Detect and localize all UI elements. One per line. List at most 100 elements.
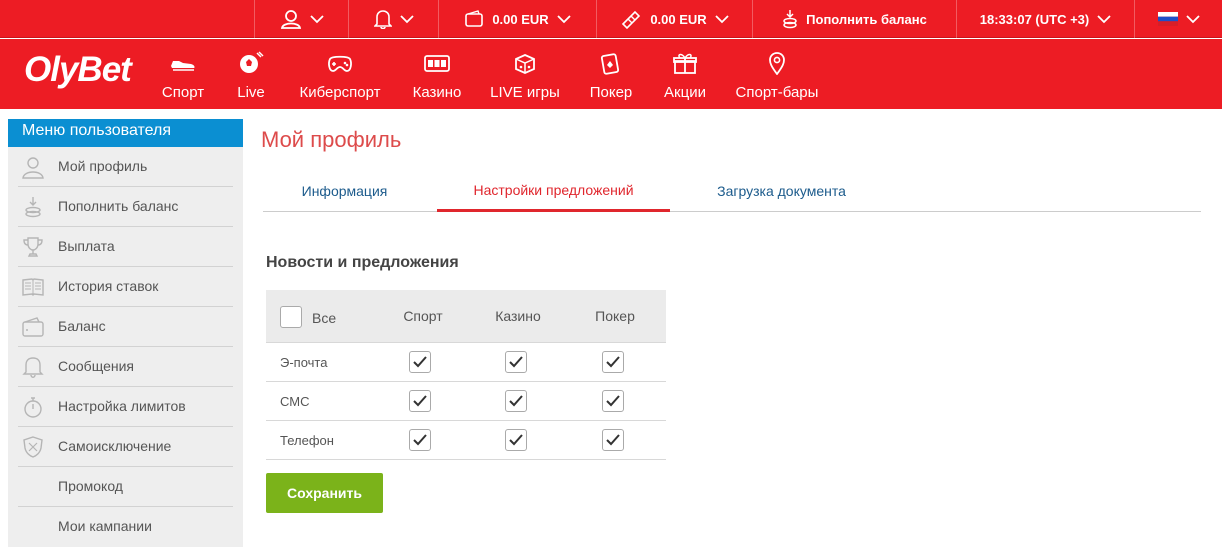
sidebar-item-my-campaigns[interactable]: Мои кампании [18, 507, 233, 547]
column-header-poker: Покер [595, 308, 635, 324]
checkmark-icon [509, 356, 523, 368]
nav-live-games[interactable]: LIVE игры [490, 51, 560, 101]
sidebar-item-deposit[interactable]: Пополнить баланс [18, 187, 233, 227]
profile-tabs: Информация Настройки предложений Загрузк… [263, 170, 1201, 212]
sidebar-item-self-exclusion[interactable]: Самоисключение [18, 427, 233, 467]
bonus-dropdown[interactable]: 0.00 EUR [596, 0, 752, 38]
email-casino-checkbox[interactable] [505, 351, 527, 373]
slot-machine-icon [424, 55, 450, 72]
sidebar-item-label: Мой профиль [58, 158, 148, 174]
nav-poker[interactable]: Покер [588, 51, 634, 101]
nav-label: Казино [412, 84, 462, 101]
chevron-down-icon [1097, 14, 1111, 23]
save-button[interactable]: Сохранить [266, 473, 383, 513]
sidebar-item-label: Мои кампании [58, 518, 152, 534]
main-navigation: OlyBet Спорт Live Киберспорт Казино LIVE… [0, 39, 1222, 109]
row-label: Э-почта [280, 355, 328, 370]
phone-sport-checkbox[interactable] [409, 429, 431, 451]
checkmark-icon [606, 395, 620, 407]
nav-label: Киберспорт [299, 84, 381, 101]
sidebar-item-bet-history[interactable]: История ставок [18, 267, 233, 307]
select-all-checkbox[interactable] [280, 306, 302, 328]
nav-label: Live [237, 84, 265, 101]
column-header-casino: Казино [495, 308, 541, 324]
checkmark-icon [509, 434, 523, 446]
nav-esports[interactable]: Киберспорт [298, 51, 382, 101]
table-row-phone: Телефон [266, 421, 666, 460]
sidebar-item-messages[interactable]: Сообщения [18, 347, 233, 387]
sport-shoe-icon [171, 61, 195, 71]
phone-poker-checkbox[interactable] [602, 429, 624, 451]
nav-sport[interactable]: Спорт [160, 51, 206, 101]
sidebar-item-balance[interactable]: Баланс [18, 307, 233, 347]
top-utility-bar: 0.00 EUR 0.00 EUR Пополнить баланс 18:33… [0, 0, 1222, 38]
sms-poker-checkbox[interactable] [602, 390, 624, 412]
nav-label: Покер [589, 84, 633, 101]
chevron-down-icon [399, 14, 414, 23]
table-row-email: Э-почта [266, 343, 666, 382]
nav-sport-bars[interactable]: Спорт-бары [734, 51, 820, 101]
book-icon [22, 278, 44, 296]
email-poker-checkbox[interactable] [602, 351, 624, 373]
user-icon [280, 10, 301, 29]
olybet-logo[interactable]: OlyBet [24, 50, 132, 90]
sidebar-item-label: Выплата [58, 238, 115, 254]
sidebar-item-label: Настройка лимитов [58, 398, 186, 414]
user-icon [22, 157, 44, 179]
wallet-icon [22, 317, 44, 337]
sidebar-item-label: Пополнить баланс [58, 198, 179, 214]
chevron-down-icon [1185, 14, 1200, 23]
tab-document-upload[interactable]: Загрузка документа [683, 170, 880, 212]
stopwatch-icon [24, 397, 42, 418]
sidebar-item-limits[interactable]: Настройка лимитов [18, 387, 233, 427]
select-all-label: Все [312, 310, 337, 326]
live-ball-icon [240, 51, 264, 73]
email-sport-checkbox[interactable] [409, 351, 431, 373]
phone-casino-checkbox[interactable] [505, 429, 527, 451]
tab-offer-settings[interactable]: Настройки предложений [437, 170, 670, 212]
table-header: Все Спорт Казино Покер [266, 290, 666, 343]
sms-sport-checkbox[interactable] [409, 390, 431, 412]
account-dropdown[interactable] [254, 0, 348, 38]
coins-icon [783, 10, 797, 29]
language-dropdown[interactable] [1134, 0, 1222, 38]
deposit-label: Пополнить баланс [806, 11, 927, 27]
balance-dropdown[interactable]: 0.00 EUR [438, 0, 596, 38]
sidebar-item-promo-code[interactable]: Промокод [18, 467, 233, 507]
bell-icon [22, 357, 44, 378]
checkmark-icon [413, 356, 427, 368]
nav-casino[interactable]: Казино [410, 51, 464, 101]
sidebar-item-label: Баланс [58, 318, 106, 334]
nav-label: Спорт-бары [735, 84, 819, 101]
gift-icon [673, 53, 697, 74]
nav-promotions[interactable]: Акции [662, 51, 708, 101]
deposit-link[interactable]: Пополнить баланс [752, 0, 956, 38]
sidebar-item-label: История ставок [58, 278, 159, 294]
cards-icon [600, 53, 620, 75]
bonus-value: 0.00 EUR [650, 11, 707, 27]
checkmark-icon [413, 395, 427, 407]
tab-information[interactable]: Информация [263, 170, 426, 212]
chevron-down-icon [557, 14, 571, 23]
sidebar-item-label: Промокод [58, 478, 123, 494]
dice-icon [515, 54, 535, 74]
column-header-sport: Спорт [403, 308, 443, 324]
nav-live[interactable]: Live [236, 51, 266, 101]
row-label: Телефон [280, 433, 334, 448]
wallet-icon [465, 10, 484, 27]
checkmark-icon [413, 434, 427, 446]
nav-label: Акции [664, 84, 706, 101]
sms-casino-checkbox[interactable] [505, 390, 527, 412]
page-title: Мой профиль [261, 127, 402, 152]
sidebar-item-withdrawal[interactable]: Выплата [18, 227, 233, 267]
sidebar-item-label: Самоисключение [58, 438, 172, 454]
russia-flag-icon [1157, 12, 1178, 26]
checkmark-icon [606, 434, 620, 446]
notifications-dropdown[interactable] [348, 0, 438, 38]
chevron-down-icon [715, 14, 729, 23]
nav-label: Спорт [161, 84, 205, 101]
time-dropdown[interactable]: 18:33:07 (UTC +3) [956, 0, 1134, 38]
sidebar-item-my-profile[interactable]: Мой профиль [18, 147, 233, 187]
coins-icon [25, 197, 41, 218]
checkmark-icon [606, 356, 620, 368]
